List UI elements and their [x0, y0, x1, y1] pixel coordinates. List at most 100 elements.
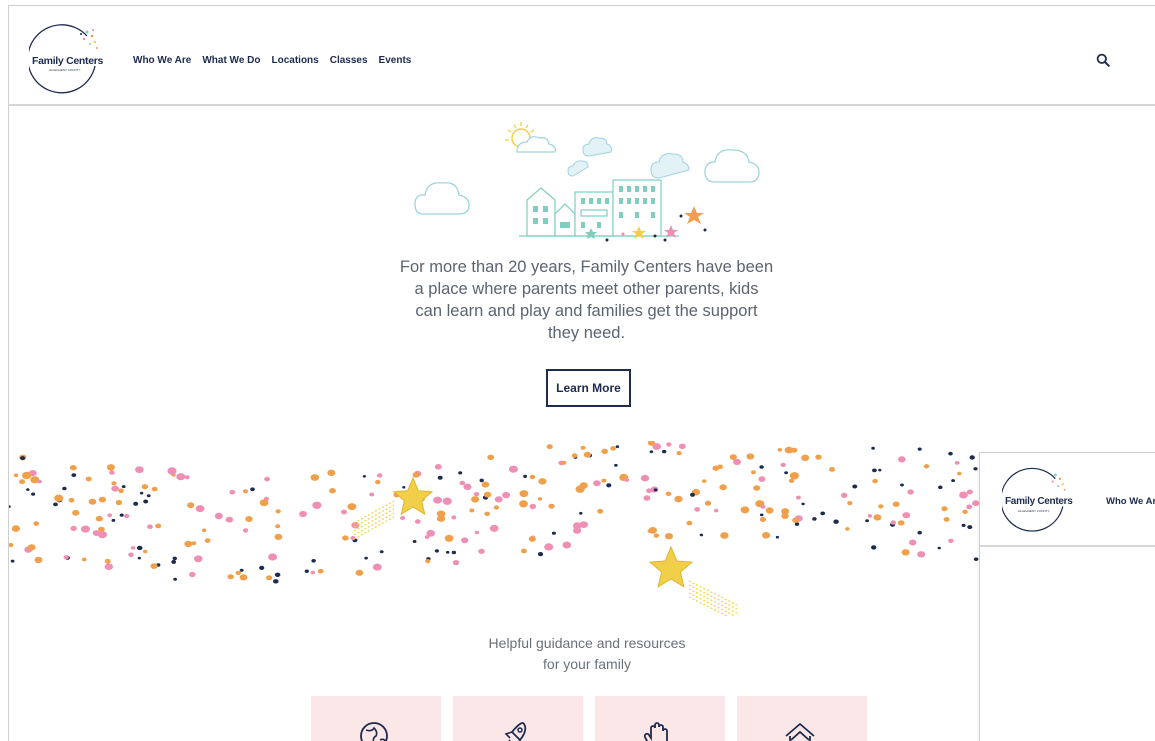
- confetti-dot: [487, 454, 495, 460]
- nav-locations[interactable]: Locations: [272, 55, 319, 66]
- resource-card-rocket[interactable]: [453, 696, 583, 741]
- confetti-dot: [812, 517, 817, 521]
- confetti-band: [9, 441, 980, 616]
- confetti-dot: [833, 519, 839, 524]
- resource-card-hand[interactable]: [595, 696, 725, 741]
- confetti-dot: [746, 453, 755, 460]
- overlay-logo-wordmark: Family Centers: [1005, 496, 1073, 507]
- confetti-dot: [68, 497, 75, 503]
- overlay-logo[interactable]: Family Centers ALLEGHENY COUNTY: [1000, 465, 1073, 533]
- confetti-dot: [760, 504, 766, 509]
- confetti-dot: [647, 529, 653, 533]
- confetti-dot: [250, 487, 255, 492]
- confetti-dot: [11, 525, 20, 532]
- confetti-dot: [729, 454, 737, 460]
- confetti-dot: [948, 451, 953, 456]
- confetti-dot: [347, 503, 357, 511]
- resources-heading: Helpful guidance and resources for your …: [488, 635, 686, 672]
- resource-card-house[interactable]: [737, 696, 867, 741]
- confetti-dot: [714, 508, 719, 513]
- resource-card-globe[interactable]: [311, 696, 441, 741]
- confetti-dot: [907, 489, 914, 495]
- confetti-dot: [19, 479, 26, 485]
- confetti-dot: [109, 470, 115, 475]
- confetti-dot: [33, 521, 39, 526]
- confetti-dot: [493, 505, 499, 510]
- confetti-dot: [176, 473, 186, 481]
- confetti-dot: [959, 491, 968, 499]
- confetti-dot: [372, 563, 382, 571]
- confetti-dot: [402, 486, 406, 489]
- nav-what-we-do[interactable]: What We Do: [202, 55, 260, 66]
- confetti-dot: [871, 446, 875, 450]
- confetti-dot: [137, 556, 141, 560]
- star-trail: [353, 516, 395, 540]
- confetti-dot: [646, 488, 652, 494]
- confetti-dot: [892, 501, 900, 507]
- nav-who-we-are[interactable]: Who We Are: [133, 55, 191, 66]
- confetti-dot: [900, 483, 904, 487]
- nav-events[interactable]: Events: [379, 55, 412, 66]
- confetti-dot: [704, 500, 712, 506]
- confetti-dot: [597, 508, 604, 514]
- confetti-dot: [227, 574, 234, 580]
- confetti-dot: [529, 474, 536, 480]
- search-icon[interactable]: [1096, 53, 1110, 67]
- confetti-dot: [878, 504, 884, 509]
- overlay-logo-subtitle: ALLEGHENY COUNTY: [1018, 509, 1050, 513]
- confetti-dot: [85, 476, 92, 482]
- confetti-dot: [151, 486, 158, 492]
- confetti-dot: [474, 530, 480, 535]
- confetti-dot: [31, 492, 36, 496]
- confetti-dot: [676, 451, 682, 456]
- confetti-dot: [610, 446, 616, 451]
- confetti-dot: [529, 503, 537, 510]
- confetti-dot: [759, 465, 764, 469]
- confetti-dot: [414, 519, 421, 524]
- confetti-dot: [245, 516, 253, 522]
- confetti-dot: [275, 509, 281, 514]
- confetti-dot: [239, 568, 244, 572]
- confetti-dot: [355, 569, 364, 576]
- confetti-dot: [111, 481, 117, 486]
- confetti-dot: [317, 568, 324, 574]
- confetti-dot: [229, 489, 236, 495]
- confetti-dot: [104, 558, 111, 564]
- confetti-dot: [640, 474, 650, 482]
- family-centers-logo[interactable]: Family Centers ALLEGHENY COUNTY: [27, 22, 105, 94]
- confetti-dot: [546, 444, 553, 450]
- confetti-dot: [759, 517, 767, 522]
- confetti-dot: [840, 492, 848, 498]
- overlay-header: Family Centers ALLEGHENY COUNTY Who We A…: [980, 453, 1155, 547]
- confetti-dot: [751, 470, 756, 475]
- confetti-dot: [136, 545, 143, 551]
- confetti-dot: [124, 513, 130, 519]
- confetti-dot: [967, 525, 973, 530]
- confetti-dot: [88, 498, 97, 505]
- confetti-dot: [720, 532, 729, 539]
- confetti-dot: [27, 544, 36, 551]
- confetti-dot: [362, 475, 366, 478]
- confetti-dot: [961, 523, 966, 527]
- confetti-dot: [624, 478, 630, 482]
- confetti-dot: [957, 471, 962, 476]
- confetti-dot: [242, 528, 249, 533]
- nav-classes[interactable]: Classes: [330, 55, 368, 66]
- confetti-dot: [674, 495, 683, 503]
- confetti-dot: [92, 530, 100, 536]
- browser-viewport: Family Centers ALLEGHENY COUNTY Who We A…: [8, 5, 1155, 741]
- overlay-nav-who-we-are[interactable]: Who We Ar: [1106, 496, 1155, 507]
- star-trail: [353, 508, 395, 532]
- confetti-dot: [878, 468, 882, 472]
- confetti-dot: [444, 534, 454, 542]
- confetti-dot: [573, 527, 582, 534]
- confetti-dot: [520, 548, 527, 554]
- confetti-dot: [433, 496, 442, 504]
- confetti-dot: [400, 516, 406, 520]
- confetti-dot: [699, 533, 704, 537]
- confetti-dot: [653, 533, 660, 538]
- confetti-dot: [141, 484, 149, 490]
- confetti-dot: [461, 537, 469, 544]
- confetti-dot: [451, 550, 457, 555]
- learn-more-button[interactable]: Learn More: [546, 369, 631, 407]
